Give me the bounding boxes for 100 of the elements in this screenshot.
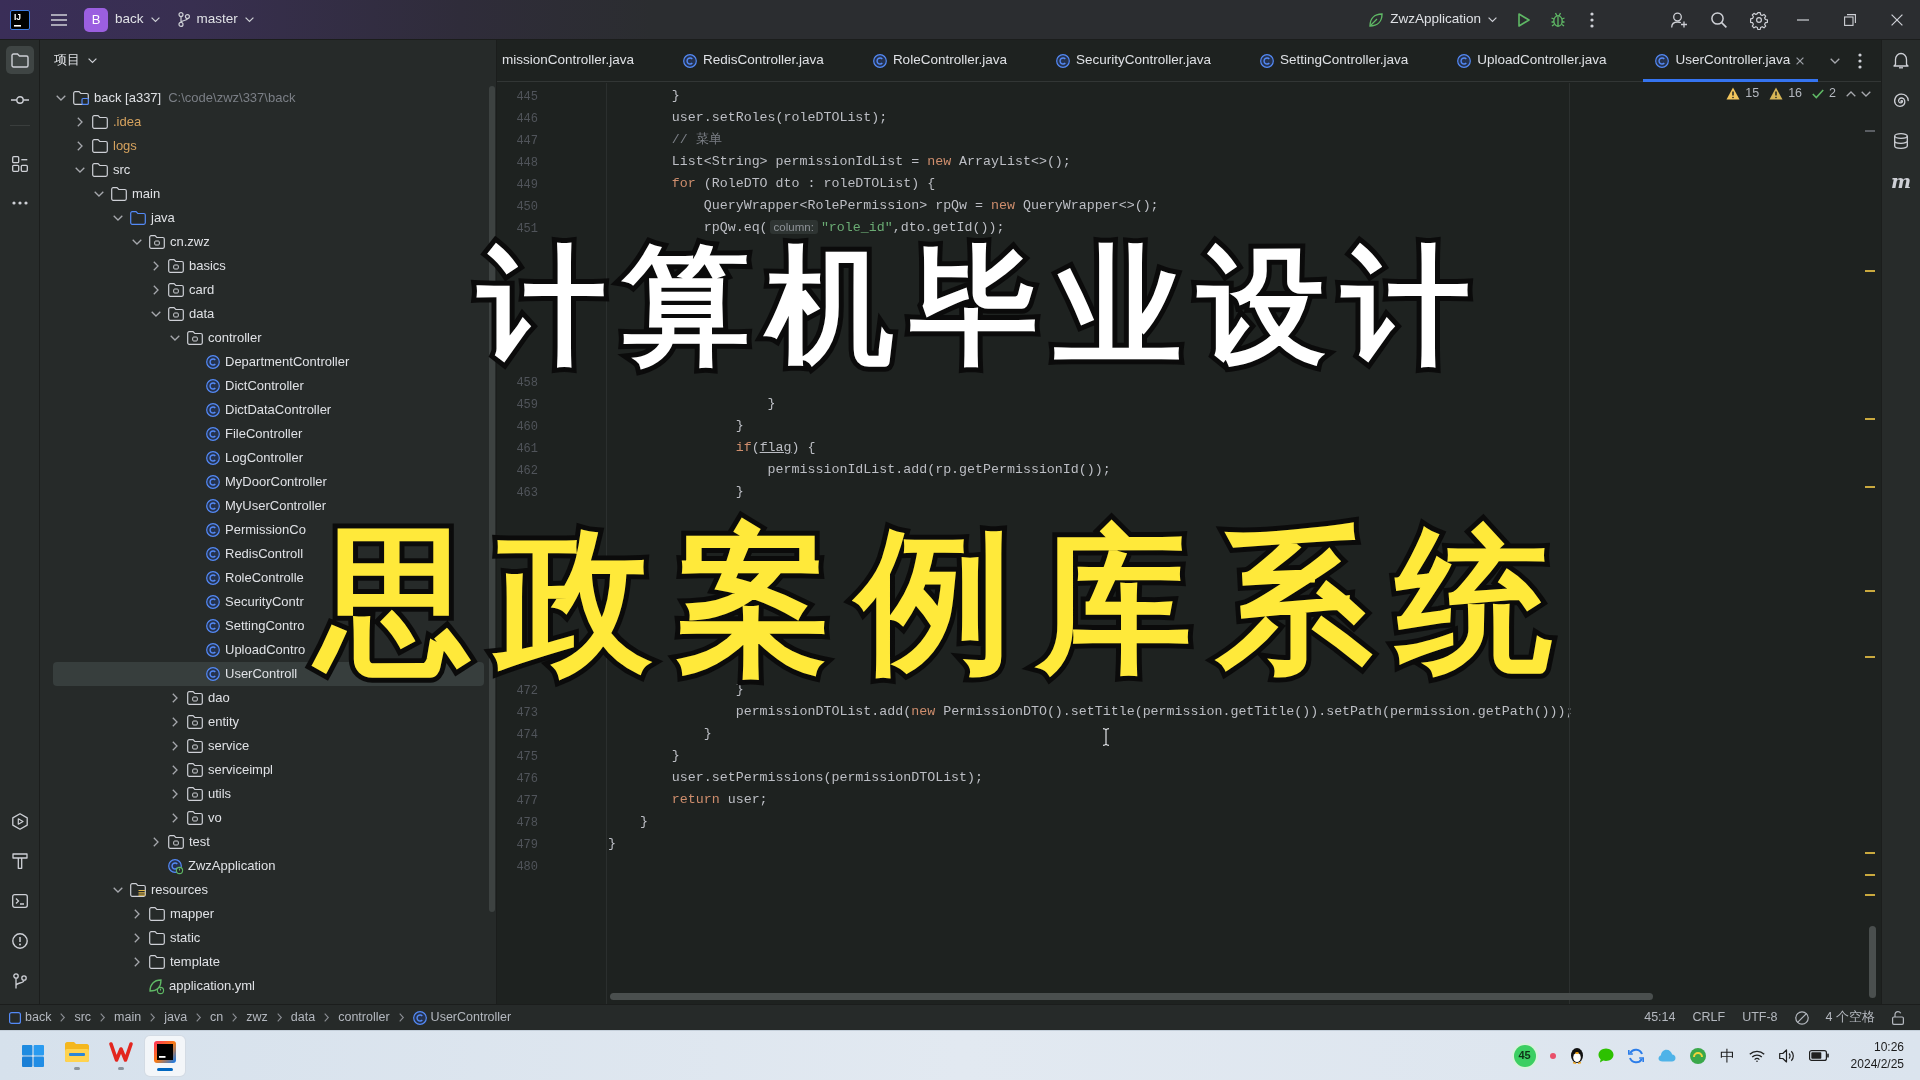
chevron-down-icon[interactable] <box>1830 57 1840 64</box>
panel-title-dropdown[interactable]: 项目 <box>54 52 97 68</box>
line-separator[interactable]: CRLF <box>1692 1010 1726 1025</box>
tree-item[interactable]: RedisControll <box>189 542 304 566</box>
tree-item[interactable]: src <box>75 158 131 182</box>
taskbar-app-button[interactable] <box>145 1035 185 1076</box>
notifications-icon[interactable] <box>1893 52 1909 69</box>
breadcrumb-item[interactable]: java <box>164 1010 188 1025</box>
chevron-down-icon[interactable] <box>1861 90 1871 97</box>
tree-item[interactable]: ZwzApplication <box>151 854 276 878</box>
editor-tab[interactable]: SecurityController.java <box>1043 39 1225 82</box>
branch-dropdown[interactable]: master <box>171 7 260 32</box>
tree-item[interactable]: logs <box>75 134 137 158</box>
tree-item[interactable]: LogController <box>189 446 304 470</box>
chevron-down-icon[interactable] <box>132 239 142 245</box>
clock-date[interactable]: 2024/2/25 <box>1850 1055 1904 1072</box>
run-config-dropdown[interactable]: ZwzApplication <box>1363 7 1503 32</box>
editor-tab[interactable]: SettingController.java <box>1248 39 1423 82</box>
breadcrumb-item[interactable]: cn <box>210 1010 224 1025</box>
tree-item[interactable]: DictController <box>189 374 304 398</box>
tree-item[interactable]: SecurityContr <box>189 590 304 614</box>
tree-item[interactable]: SettingContro <box>189 614 305 638</box>
terminal-icon[interactable] <box>11 894 28 908</box>
breadcrumb-item[interactable]: src <box>74 1010 92 1025</box>
tree-item[interactable]: PermissionCo <box>189 518 306 542</box>
tree-item[interactable]: cn.zwz <box>132 230 210 254</box>
tree-item[interactable]: back [a337] C:\code\zwz\337\back <box>56 86 296 110</box>
crossed-circle-icon[interactable] <box>1794 1010 1809 1025</box>
hammer-icon[interactable] <box>11 853 28 869</box>
tree-item[interactable]: mapper <box>132 902 215 926</box>
chevron-right-icon[interactable] <box>153 837 159 847</box>
input-method-indicator[interactable]: 中 <box>1719 1046 1735 1065</box>
editor-tab[interactable]: missionController.java <box>502 39 649 82</box>
tree-item[interactable]: static <box>132 926 201 950</box>
breadcrumb-item[interactable]: data <box>290 1010 316 1025</box>
breadcrumb-item[interactable]: main <box>114 1010 142 1025</box>
check-icon[interactable] <box>1812 88 1825 99</box>
more-icon[interactable] <box>1858 52 1862 69</box>
tree-item[interactable]: resources <box>113 878 209 902</box>
minimize-icon[interactable] <box>1796 18 1809 21</box>
tool-window-button[interactable] <box>5 46 34 74</box>
chevron-right-icon[interactable] <box>153 261 159 271</box>
restore-icon[interactable] <box>1843 13 1856 26</box>
breadcrumb-item[interactable]: zwz <box>246 1010 268 1025</box>
tree-item[interactable]: MyUserController <box>189 494 327 518</box>
warning-icon[interactable] <box>1726 87 1741 100</box>
chevron-right-icon[interactable] <box>172 717 178 727</box>
chevron-right-icon[interactable] <box>153 285 159 295</box>
chevron-right-icon[interactable] <box>77 117 83 127</box>
warning-icon[interactable] <box>1769 87 1784 100</box>
zigzag-logo-icon[interactable] <box>109 1041 133 1062</box>
tree-item[interactable]: basics <box>151 254 226 278</box>
indent-setting[interactable]: 4 个空格 <box>1825 1010 1875 1025</box>
tree-item[interactable]: serviceimpl <box>170 758 273 782</box>
git-icon[interactable] <box>12 973 27 989</box>
tree-item[interactable]: RoleControlle <box>189 566 304 590</box>
chevron-up-icon[interactable] <box>1846 90 1856 97</box>
chevron-right-icon[interactable] <box>172 693 178 703</box>
breadcrumb-item[interactable]: controller <box>338 1010 390 1025</box>
tree-item[interactable]: UploadContro <box>189 638 306 662</box>
tree-item[interactable]: java <box>113 206 175 230</box>
file-encoding[interactable]: UTF-8 <box>1742 1010 1778 1025</box>
tree-item[interactable]: DictDataController <box>189 398 332 422</box>
volume-icon[interactable] <box>1778 1048 1795 1063</box>
tree-item[interactable]: application.yml <box>132 974 255 998</box>
chevron-right-icon[interactable] <box>134 957 140 967</box>
chevron-right-icon[interactable] <box>77 141 83 151</box>
chevron-down-icon[interactable] <box>56 95 66 101</box>
more-icon[interactable] <box>11 201 28 205</box>
chevron-right-icon[interactable] <box>134 933 140 943</box>
chevron-down-icon[interactable] <box>94 191 104 197</box>
scrollbar-thumb[interactable] <box>1869 926 1876 998</box>
warning-count[interactable]: 15 <box>1745 86 1760 101</box>
status-dot-icon[interactable] <box>1549 1052 1556 1059</box>
chevron-down-icon[interactable] <box>170 335 180 341</box>
start-icon[interactable] <box>22 1044 44 1067</box>
tree-item[interactable]: service <box>170 734 250 758</box>
battery-icon[interactable] <box>1808 1050 1829 1061</box>
menu-icon[interactable] <box>51 13 67 26</box>
close-icon[interactable] <box>1890 13 1903 26</box>
caret-position[interactable]: 45:14 <box>1644 1010 1676 1025</box>
chevron-down-icon[interactable] <box>151 311 161 317</box>
breadcrumb-item[interactable]: UserController <box>412 1010 512 1025</box>
problems-icon[interactable] <box>11 933 28 949</box>
tree-item[interactable]: controller <box>170 326 262 350</box>
tree-item[interactable]: dao <box>170 686 230 710</box>
breadcrumb-item[interactable]: back <box>9 1010 52 1025</box>
clock-time[interactable]: 10:26 <box>1850 1039 1904 1056</box>
tray-counter[interactable]: 45 <box>1513 1044 1536 1067</box>
chevron-right-icon[interactable] <box>172 765 178 775</box>
settings-icon[interactable] <box>1751 11 1767 28</box>
chevron-down-icon[interactable] <box>113 887 123 893</box>
folder-icon[interactable] <box>65 1041 89 1062</box>
letter-tool-button[interactable]: m <box>1890 171 1912 191</box>
tree-item[interactable]: entity <box>170 710 240 734</box>
chevron-right-icon[interactable] <box>172 789 178 799</box>
chevron-right-icon[interactable] <box>134 909 140 919</box>
project-dropdown[interactable]: B back <box>78 3 166 36</box>
tree-item[interactable]: MyDoorController <box>189 470 327 494</box>
tree-item[interactable]: .idea <box>75 110 142 134</box>
